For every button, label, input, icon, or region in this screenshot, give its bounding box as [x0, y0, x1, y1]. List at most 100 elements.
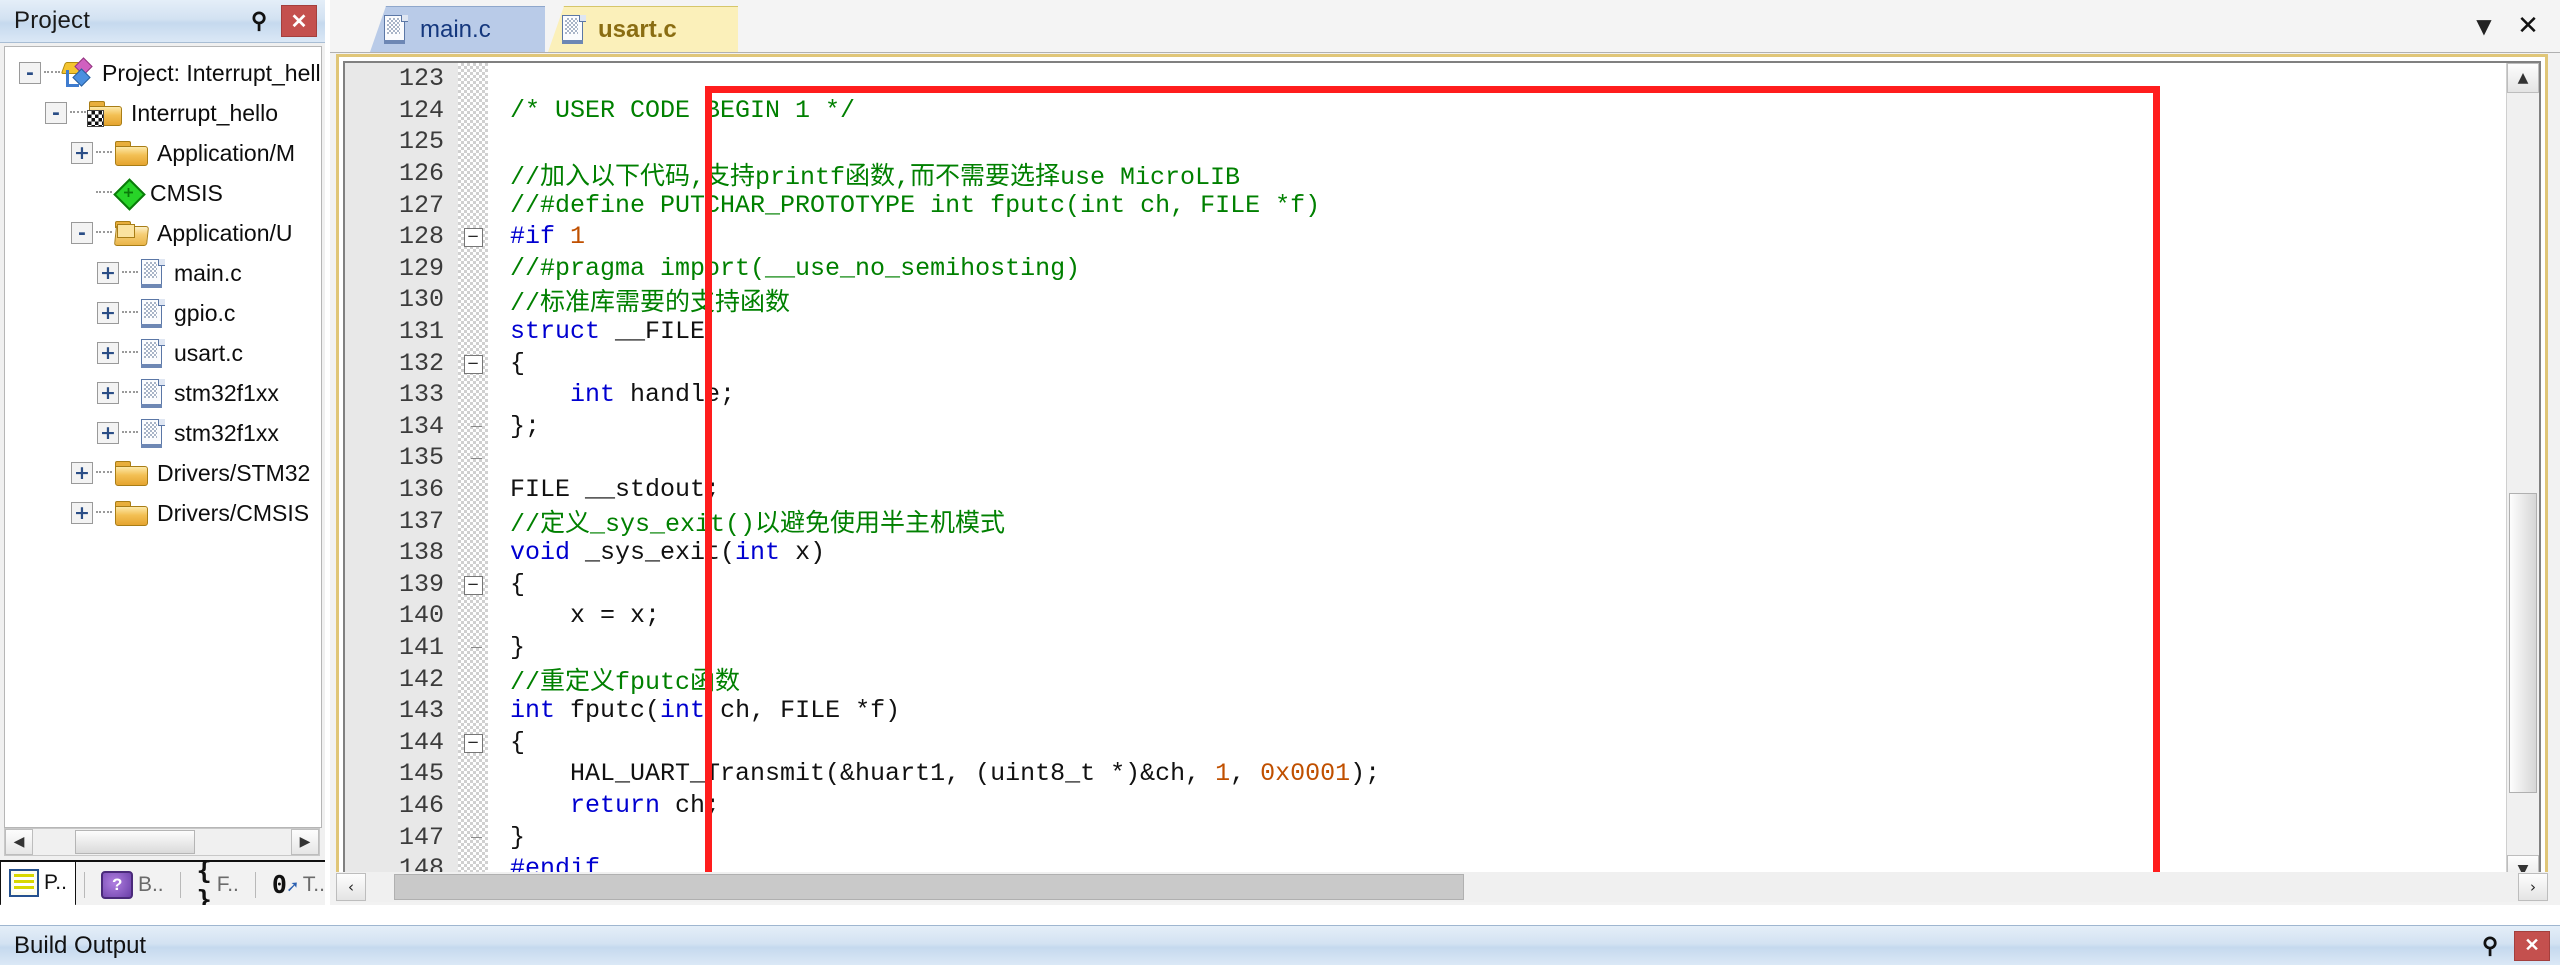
expander-toggle[interactable]: + — [97, 302, 119, 324]
code-text: }; — [510, 411, 541, 441]
code-line[interactable]: 135 — [345, 442, 2539, 474]
tree-item-usart-c[interactable]: + usart.c — [5, 333, 321, 373]
line-number: 131 — [398, 317, 444, 347]
editor-vscrollbar[interactable]: ▲ ▼ — [2506, 63, 2539, 885]
fold-collapse-icon[interactable]: − — [463, 733, 483, 753]
code-text: int handle; — [570, 380, 736, 410]
code-line[interactable]: 130 //标准库需要的支持函数 — [345, 284, 2539, 318]
scroll-right-icon[interactable]: ▶ — [291, 829, 319, 855]
expander-toggle[interactable]: + — [71, 462, 93, 484]
code-line[interactable]: 126 //加入以下代码,支持printf函数,而不需要选择use MicroLI… — [345, 158, 2539, 192]
tree-item-application-u[interactable]: - Application/U — [5, 213, 321, 253]
tree-connector — [122, 351, 138, 355]
tree-item-stm32f1xx[interactable]: + stm32f1xx — [5, 413, 321, 453]
code-line[interactable]: 145 HAL_UART_Transmit(&huart1, (uint8_t … — [345, 758, 2539, 790]
code-line[interactable]: 134}; — [345, 411, 2539, 443]
fold-collapse-icon[interactable]: − — [463, 228, 483, 248]
code-line[interactable]: 147} — [345, 821, 2539, 853]
line-number: 143 — [398, 696, 444, 726]
code-line[interactable]: 129 //#pragma import(__use_no_semihosting… — [345, 253, 2539, 285]
tree-item-application-m[interactable]: + Application/M — [5, 133, 321, 173]
tree-item-label: main.c — [174, 259, 242, 286]
code-line[interactable]: 140 x = x; — [345, 600, 2539, 632]
fold-marker[interactable]: − — [458, 352, 488, 375]
file-icon — [141, 258, 165, 288]
tree-item-cmsis[interactable]: CMSIS — [5, 173, 321, 213]
panel-tab-project-window[interactable]: P.. — [0, 860, 76, 907]
panel-tab-books[interactable]: B.. — [93, 862, 172, 907]
tree-item-project-interrupt-hell[interactable]: - Project: Interrupt_hell — [5, 53, 321, 93]
scroll-right-icon[interactable]: › — [2518, 873, 2548, 901]
chevron-down-icon[interactable]: ▼ — [2464, 6, 2504, 46]
code-editor[interactable]: 123 124 /* USER CODE BEGIN 1 */ 125 126 //加入以… — [343, 61, 2541, 887]
fold-collapse-icon[interactable]: − — [463, 354, 483, 374]
code-line[interactable]: 136 FILE __stdout; — [345, 474, 2539, 506]
close-icon[interactable]: ✕ — [2508, 6, 2548, 46]
file-icon — [141, 298, 165, 328]
code-line[interactable]: 128− #if 1 — [345, 221, 2539, 253]
code-line[interactable]: 125 — [345, 126, 2539, 158]
tree-item-stm32f1xx[interactable]: + stm32f1xx — [5, 373, 321, 413]
fold-marker[interactable]: − — [458, 573, 488, 596]
tree-item-drivers-stm32[interactable]: + Drivers/STM32 — [5, 453, 321, 493]
hscroll-thumb[interactable] — [75, 830, 195, 854]
code-line[interactable]: 137 //定义_sys_exit()以避免使用半主机模式 — [345, 505, 2539, 540]
code-line[interactable]: 132− { — [345, 347, 2539, 379]
code-line[interactable]: 127 //#define PUTCHAR_PROTOTYPE int fputc… — [345, 189, 2539, 221]
tree-item-drivers-cmsis[interactable]: + Drivers/CMSIS — [5, 493, 321, 533]
scroll-left-icon[interactable]: ‹ — [336, 873, 366, 901]
project-tree-hscrollbar[interactable]: ◀ ▶ — [4, 828, 320, 856]
scroll-up-icon[interactable]: ▲ — [2507, 63, 2539, 93]
tree-item-label: Interrupt_hello — [131, 99, 279, 126]
pin-icon[interactable]: ⚲ — [2476, 933, 2504, 959]
panel-gap — [0, 905, 2560, 925]
panel-tab-templates[interactable]: 0➚ T.. — [264, 862, 333, 907]
tree-item-interrupt-hello[interactable]: - Interrupt_hello — [5, 93, 321, 133]
code-line[interactable]: 139− { — [345, 569, 2539, 601]
panel-tab-functions[interactable]: { } F.. — [189, 856, 247, 914]
scroll-left-icon[interactable]: ◀ — [5, 829, 33, 855]
vscroll-thumb[interactable] — [2509, 493, 2537, 793]
expander-toggle[interactable]: - — [71, 222, 93, 244]
close-icon[interactable]: ✕ — [2514, 930, 2550, 961]
tab-usart-c[interactable]: usart.c — [548, 6, 738, 52]
code-line[interactable]: 131 struct __FILE — [345, 316, 2539, 348]
editor-hscrollbar[interactable]: ‹ › — [336, 872, 2548, 902]
line-number: 136 — [398, 475, 444, 505]
fold-collapse-icon[interactable]: − — [463, 575, 483, 595]
tree-connector — [122, 431, 138, 435]
expander-toggle[interactable]: - — [19, 62, 41, 84]
code-text: { — [510, 727, 526, 757]
editor-zone: main.c usart.c ▼ ✕ 123 124 /* USER CODE BE… — [330, 0, 2560, 905]
code-line[interactable]: 144− { — [345, 726, 2539, 758]
code-line[interactable]: 142 //重定义fputc函数 — [345, 663, 2539, 698]
project-tree-container[interactable]: - Project: Interrupt_hell - Interrupt_hello… — [4, 46, 322, 828]
tree-item-gpio-c[interactable]: + gpio.c — [5, 293, 321, 333]
code-line[interactable]: 133 int handle; — [345, 379, 2539, 411]
expander-toggle[interactable]: - — [45, 102, 67, 124]
expander-toggle[interactable]: + — [97, 342, 119, 364]
expander-toggle[interactable]: + — [71, 142, 93, 164]
tab-main-c[interactable]: main.c — [370, 6, 545, 52]
tabstrip-buttons: ▼ ✕ — [2464, 0, 2560, 52]
panel-tab-label: P.. — [44, 871, 67, 894]
tree-item-label: CMSIS — [150, 179, 223, 206]
tree-item-main-c[interactable]: + main.c — [5, 253, 321, 293]
code-line[interactable]: 123 — [345, 63, 2539, 95]
panel-tab-label: T.. — [302, 872, 325, 896]
line-number: 142 — [398, 664, 444, 694]
fold-marker[interactable]: − — [458, 731, 488, 754]
expander-toggle[interactable]: + — [97, 262, 119, 284]
code-line[interactable]: 124 /* USER CODE BEGIN 1 */ — [345, 95, 2539, 127]
fold-marker[interactable]: − — [458, 225, 488, 248]
expander-toggle[interactable]: + — [97, 422, 119, 444]
code-line[interactable]: 141} — [345, 632, 2539, 664]
expander-toggle[interactable]: + — [97, 382, 119, 404]
code-line[interactable]: 146 return ch; — [345, 790, 2539, 822]
code-line[interactable]: 143 int fputc(int ch, FILE *f) — [345, 695, 2539, 727]
close-icon[interactable]: ✕ — [281, 5, 317, 37]
code-line[interactable]: 138 void _sys_exit(int x) — [345, 537, 2539, 569]
hscroll-thumb[interactable] — [394, 874, 1464, 900]
pin-icon[interactable]: ⚲ — [245, 7, 273, 35]
expander-toggle[interactable]: + — [71, 502, 93, 524]
